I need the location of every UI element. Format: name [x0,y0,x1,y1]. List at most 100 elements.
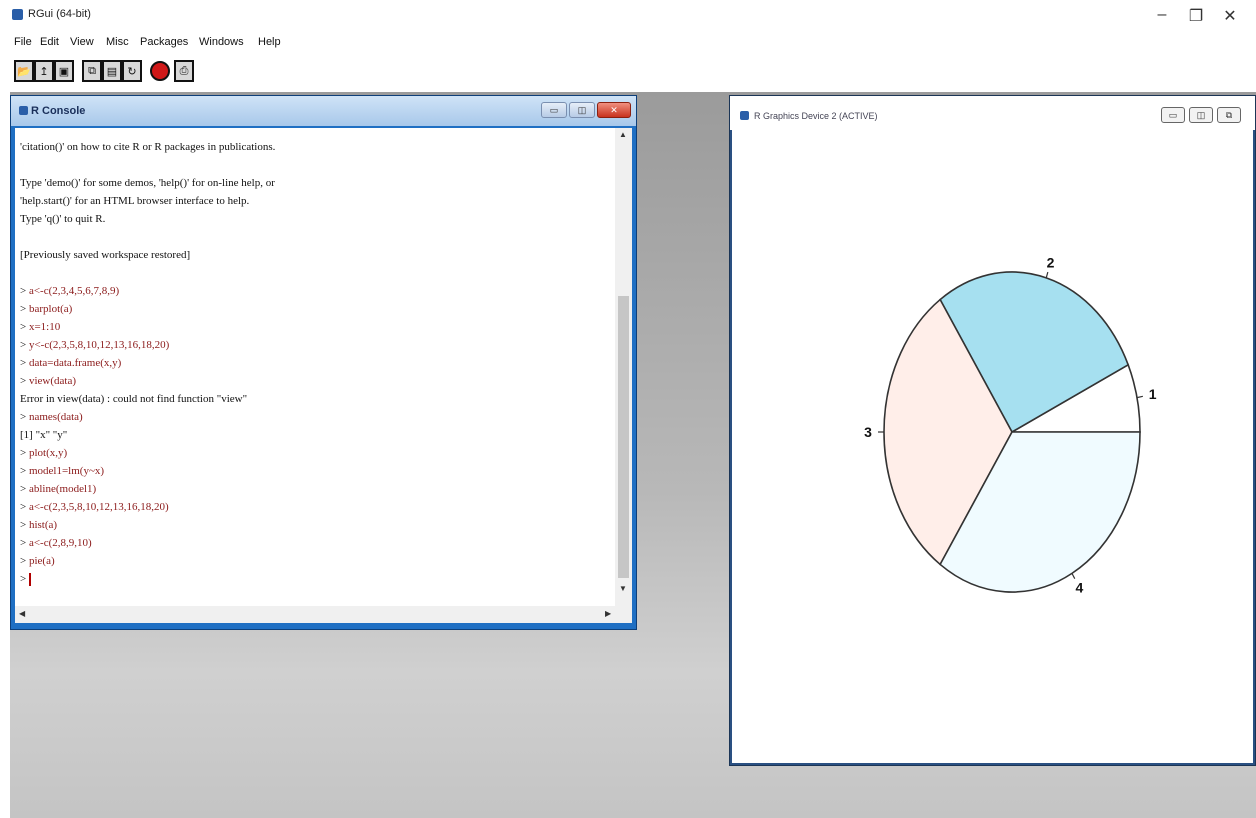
pie-chart: 1 2 3 4 [864,254,1157,595]
open-script-icon[interactable]: 📂 [14,60,34,82]
console-command-line: > a<-c(2,3,5,8,10,12,13,16,18,20) [20,498,615,516]
menu-bar: File Edit View Misc Packages Windows Hel… [0,30,1256,54]
console-command-line: > x=1:10 [20,318,615,336]
console-prompt: > [20,285,29,297]
console-prompt: > [20,447,29,459]
scroll-down-icon[interactable]: ▼ [619,584,627,593]
console-prompt: > [20,357,29,369]
console-command: a<-c(2,8,9,10) [28,537,92,549]
toolbar: 📂 ↥ ▣ ⧉ ▤ ↻ ⎙ [14,60,414,88]
console-command: data=data.frame(x,y) [28,357,122,369]
console-output-line: 'citation()' on how to cite R or R packa… [20,141,276,153]
console-titlebar: R Console ▭ ◫ ✕ [11,96,636,126]
menu-packages[interactable]: Packages [140,36,188,48]
paste-icon[interactable]: ▤ [102,60,122,82]
console-command-line: > view(data) [20,372,615,390]
console-command: y<-c(2,3,5,8,10,12,13,16,18,20) [28,339,170,351]
menu-help[interactable]: Help [258,36,281,48]
console-output-area[interactable]: 'citation()' on how to cite R or R packa… [15,128,632,623]
copy-icon[interactable]: ⧉ [82,60,102,82]
graphics-device-window: R Graphics Device 2 (ACTIVE) ▭ ◫ ⧉ 1 2 3 4 [729,95,1256,766]
graphics-minimize-button[interactable]: ▭ [1161,107,1185,123]
console-output-line: Type 'demo()' for some demos, 'help()' f… [20,177,275,189]
graphics-close-button[interactable]: ⧉ [1217,107,1241,123]
menu-view[interactable]: View [70,36,94,48]
console-command-line: > hist(a) [20,516,615,534]
console-command: abline(model1) [28,483,97,495]
console-prompt: > [20,483,29,495]
r-logo-icon [740,111,749,120]
console-prompt: > [20,519,29,531]
console-output-line: Type 'q()' to quit R. [20,213,106,225]
menu-misc[interactable]: Misc [106,36,129,48]
console-prompt: > [20,573,29,585]
scroll-thumb[interactable] [618,296,629,578]
console-command-line: > model1=lm(y~x) [20,462,615,480]
restore-button[interactable]: ❐ [1181,6,1211,26]
plot-area: 1 2 3 4 [732,130,1253,763]
console-command-line: > a<-c(2,3,4,5,6,7,8,9) [20,282,615,300]
console-command-line: > barplot(a) [20,300,615,318]
vertical-scrollbar[interactable]: ▲ ▼ [615,128,632,606]
console-command-line: > names(data) [20,408,615,426]
scroll-left-icon[interactable]: ◀ [19,609,25,618]
console-prompt: > [20,555,29,567]
console-title: R Console [31,105,86,117]
menu-file[interactable]: File [14,36,32,48]
console-command-line: > data=data.frame(x,y) [20,354,615,372]
console-close-button[interactable]: ✕ [597,102,631,118]
console-command-line: > y<-c(2,3,5,8,10,12,13,16,18,20) [20,336,615,354]
console-prompt: > [20,465,29,477]
console-prompt: > [20,321,29,333]
app-titlebar: RGui (64-bit) – ❐ ✕ [0,0,1256,30]
load-workspace-icon[interactable]: ↥ [34,60,54,82]
copy-paste-icon[interactable]: ↻ [122,60,142,82]
console-output-line: [Previously saved workspace restored] [20,249,191,261]
console-command: hist(a) [28,519,58,531]
pie-label: 1 [1149,386,1157,402]
r-console-window: R Console ▭ ◫ ✕ 'citation()' on how to c… [10,95,637,630]
pie-label: 2 [1047,254,1055,270]
console-command: view(data) [28,375,76,387]
scroll-right-icon[interactable]: ▶ [605,609,611,618]
menu-windows[interactable]: Windows [199,36,244,48]
minimize-button[interactable]: – [1147,6,1177,24]
console-output-line: [1] "x" "y" [20,429,68,441]
console-input-line[interactable]: > [20,570,615,588]
console-minimize-button[interactable]: ▭ [541,102,567,118]
graphics-maximize-button[interactable]: ◫ [1189,107,1213,123]
r-logo-icon [12,9,23,20]
menu-edit[interactable]: Edit [40,36,59,48]
text-cursor [28,572,31,586]
console-command: barplot(a) [28,303,73,315]
stop-icon[interactable] [150,61,170,81]
console-command: names(data) [28,411,83,423]
console-text: 'citation()' on how to cite R or R packa… [20,138,615,588]
pie-label-tick [1136,395,1143,399]
app-title: RGui (64-bit) [28,8,91,20]
console-command-line: > pie(a) [20,552,615,570]
close-button[interactable]: ✕ [1215,6,1245,26]
console-prompt: > [20,411,29,423]
console-command: x=1:10 [28,321,61,333]
print-icon[interactable]: ⎙ [174,60,194,82]
console-command: model1=lm(y~x) [28,465,105,477]
pie-label-tick [1071,573,1076,579]
horizontal-scrollbar[interactable]: ◀ ▶ [15,606,632,623]
console-prompt: > [20,375,29,387]
console-maximize-button[interactable]: ◫ [569,102,595,118]
console-prompt: > [20,501,29,513]
pie-label: 4 [1076,579,1084,595]
console-output-line: 'help.start()' for an HTML browser inter… [20,195,250,207]
console-prompt: > [20,537,29,549]
console-command-line: > plot(x,y) [20,444,615,462]
save-workspace-icon[interactable]: ▣ [54,60,74,82]
console-command: pie(a) [28,555,55,567]
pie-label-tick [1045,271,1049,278]
scroll-up-icon[interactable]: ▲ [619,130,627,139]
console-prompt: > [20,339,29,351]
console-command-line: > a<-c(2,8,9,10) [20,534,615,552]
